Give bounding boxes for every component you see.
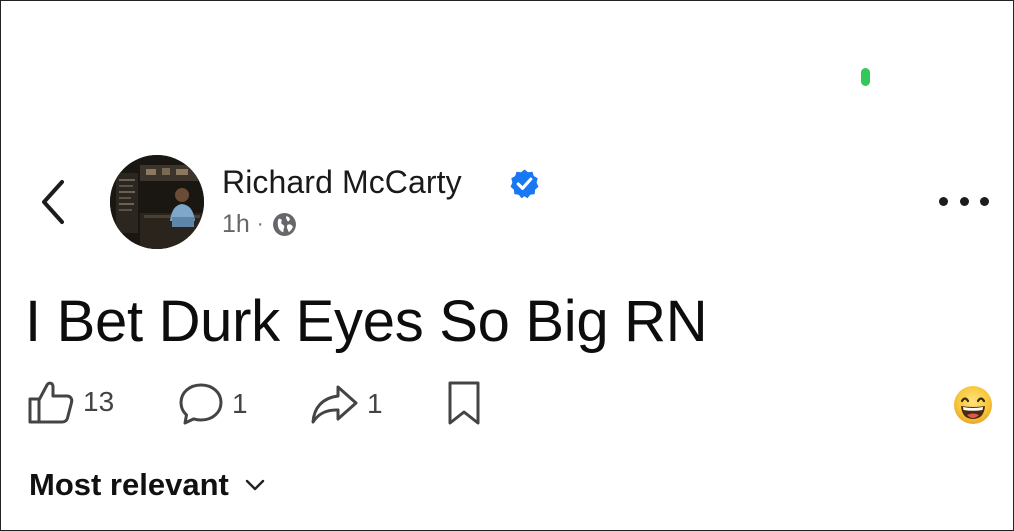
dot-icon xyxy=(959,196,969,206)
share-button[interactable]: 1 xyxy=(309,383,383,425)
avatar-image xyxy=(110,155,204,249)
sort-label: Most relevant xyxy=(29,467,229,502)
chevron-left-icon xyxy=(42,180,64,224)
laughing-face-icon[interactable] xyxy=(953,385,993,425)
dot-icon xyxy=(939,196,948,206)
post-text: I Bet Durk Eyes So Big RN xyxy=(25,289,708,354)
avatar[interactable] xyxy=(110,155,204,249)
bookmark-icon xyxy=(448,381,480,425)
post-timestamp: 1h xyxy=(222,209,250,238)
comment-sort-dropdown[interactable]: Most relevant xyxy=(29,467,265,503)
comment-bubble-icon xyxy=(179,383,223,425)
author-name[interactable]: Richard McCarty xyxy=(222,164,462,201)
dot-icon xyxy=(980,196,989,206)
like-count: 13 xyxy=(83,386,115,417)
more-options-button[interactable] xyxy=(939,189,989,213)
verified-badge-icon xyxy=(510,169,539,199)
globe-icon[interactable] xyxy=(272,212,297,237)
comment-button[interactable]: 1 xyxy=(178,382,248,426)
chevron-down-icon xyxy=(245,479,265,491)
like-button[interactable]: 13 xyxy=(27,379,114,425)
status-indicator xyxy=(861,68,870,86)
back-button[interactable] xyxy=(35,177,71,227)
share-arrow-icon xyxy=(311,385,358,424)
share-count: 1 xyxy=(367,388,383,419)
post-view: Richard McCarty 1h · I Bet Durk Eyes So … xyxy=(0,0,1014,531)
post-meta: 1h · xyxy=(222,208,297,240)
meta-separator: · xyxy=(256,212,264,235)
save-button[interactable] xyxy=(445,380,483,426)
comment-count: 1 xyxy=(232,388,248,419)
thumbs-up-icon xyxy=(28,381,74,424)
